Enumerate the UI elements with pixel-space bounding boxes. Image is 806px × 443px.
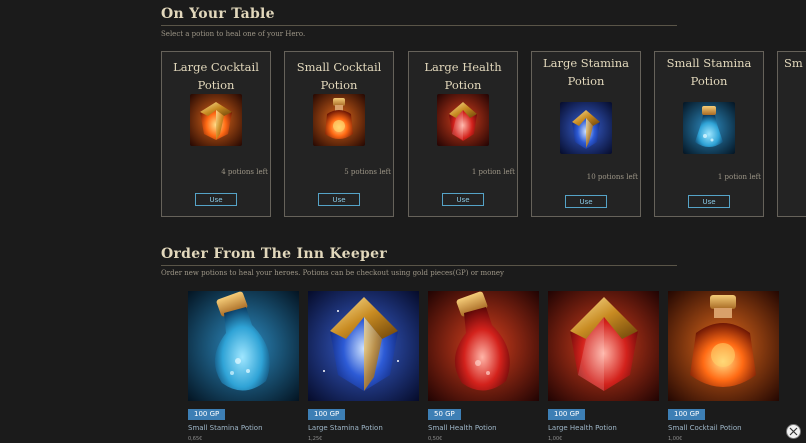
price-badge: 100 GP: [668, 409, 706, 420]
potion-card-large-cocktail[interactable]: Large Cocktail Potion 4 potions left Use: [161, 51, 271, 217]
small-stamina-potion-icon: [683, 102, 735, 154]
shop-item-name: Small Cocktail Potion: [668, 424, 742, 432]
shop-item-money-price: 0,65€: [188, 436, 203, 442]
potions-left-count: 1 potion left: [471, 168, 515, 176]
potion-card-small-cocktail[interactable]: Small Cocktail Potion 5 potions left Use: [284, 51, 394, 217]
potion-card-large-stamina[interactable]: Large Stamina Potion 10 potions left Use: [531, 51, 641, 217]
shop-item-name: Large Health Potion: [548, 424, 617, 432]
price-badge: 100 GP: [308, 409, 346, 420]
small-stamina-potion-icon[interactable]: [188, 291, 299, 401]
potion-card-name: Large Stamina Potion: [542, 56, 629, 88]
small-cocktail-potion-icon[interactable]: [668, 291, 779, 401]
large-health-potion-icon[interactable]: [548, 291, 659, 401]
close-icon: [789, 427, 798, 436]
potions-left-count: 10 potions left: [586, 173, 638, 181]
potion-card-name: Large Cocktail Potion: [173, 60, 259, 92]
section-subtitle-order: Order new potions to heal your heroes. P…: [161, 269, 504, 277]
potions-left-count: 1 potion left: [717, 173, 761, 181]
shop-item-name: Large Stamina Potion: [308, 424, 383, 432]
potion-card-name: Sm: [784, 56, 803, 70]
potion-card-name: Small Cocktail Potion: [296, 60, 382, 92]
shop-item-money-price: 1,00€: [548, 436, 563, 442]
section-title-on-your-table: On Your Table: [161, 6, 677, 26]
potion-card-truncated[interactable]: Sm: [777, 51, 806, 217]
close-button[interactable]: [786, 424, 801, 439]
price-badge: 100 GP: [548, 409, 586, 420]
small-cocktail-potion-icon: [313, 94, 365, 146]
large-health-potion-icon: [437, 94, 489, 146]
potion-card-large-health[interactable]: Large Health Potion 1 potion left Use: [408, 51, 518, 217]
potions-left-count: 5 potions left: [344, 168, 391, 176]
shop-item-money-price: 0,50€: [428, 436, 443, 442]
section-subtitle-on-your-table: Select a potion to heal one of your Hero…: [161, 30, 306, 38]
potions-left-count: 4 potions left: [221, 168, 268, 176]
price-badge: 100 GP: [188, 409, 226, 420]
section-title-order-from-inn-keeper: Order From The Inn Keeper: [161, 246, 677, 266]
shop-item-money-price: 1,00€: [668, 436, 683, 442]
shop-item-name: Small Stamina Potion: [188, 424, 263, 432]
potion-card-name: Large Health Potion: [424, 60, 502, 92]
large-stamina-potion-icon: [560, 102, 612, 154]
use-button[interactable]: Use: [318, 193, 360, 206]
shop-item-money-price: 1,25€: [308, 436, 323, 442]
potion-card-small-stamina[interactable]: Small Stamina Potion 1 potion left Use: [654, 51, 764, 217]
use-button[interactable]: Use: [195, 193, 237, 206]
large-stamina-potion-icon[interactable]: [308, 291, 419, 401]
price-badge: 50 GP: [428, 409, 461, 420]
small-health-potion-icon[interactable]: [428, 291, 539, 401]
use-button[interactable]: Use: [442, 193, 484, 206]
large-cocktail-potion-icon: [190, 94, 242, 146]
potion-card-name: Small Stamina Potion: [666, 56, 752, 88]
use-button[interactable]: Use: [565, 195, 607, 208]
shop-item-name: Small Health Potion: [428, 424, 497, 432]
use-button[interactable]: Use: [688, 195, 730, 208]
